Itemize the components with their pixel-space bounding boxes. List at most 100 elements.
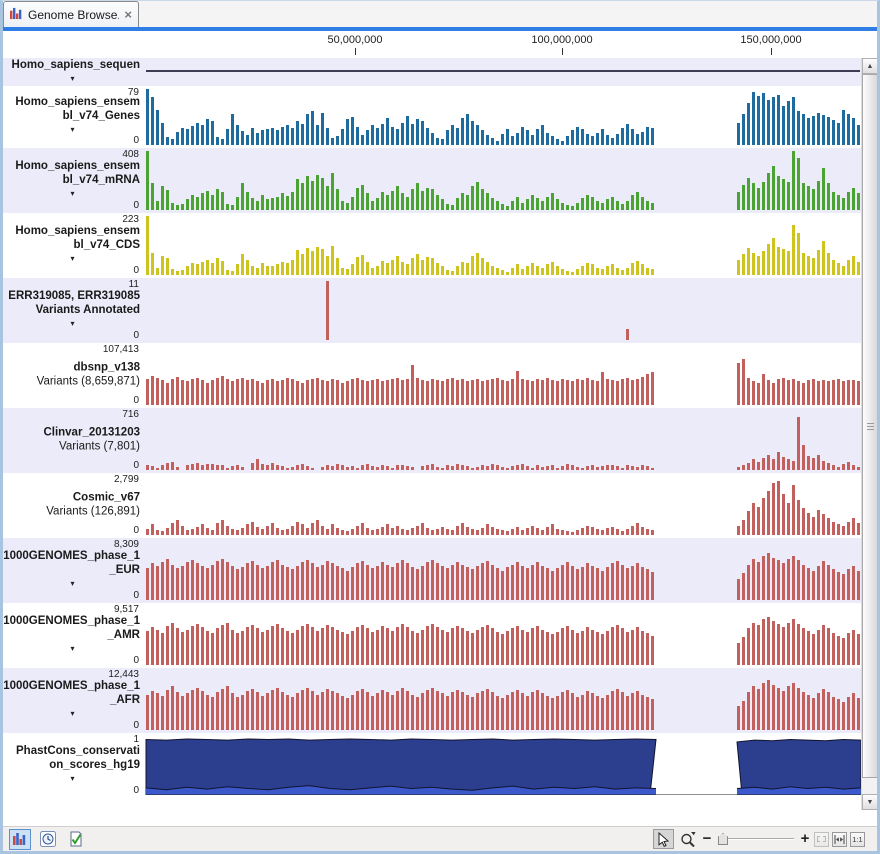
data-bar	[341, 201, 344, 210]
data-bar	[436, 138, 439, 145]
scroll-up-button[interactable]: ▲	[862, 58, 878, 74]
track-dropdown-icon[interactable]: ▾	[70, 126, 74, 134]
vertical-scrollbar-thumb[interactable]	[862, 74, 878, 778]
data-bar	[266, 465, 269, 470]
track-dropdown-icon[interactable]: ▾	[70, 580, 74, 588]
zoom-in-button[interactable]: +	[799, 832, 811, 846]
track-dropdown-icon[interactable]: ▾	[70, 190, 74, 198]
data-bar	[261, 696, 264, 730]
data-bar	[321, 526, 324, 535]
data-bar	[471, 380, 474, 405]
data-bar	[426, 528, 429, 535]
data-bar	[491, 198, 494, 210]
track-chart[interactable]	[145, 343, 861, 408]
track-chart[interactable]	[145, 148, 861, 213]
data-bar	[596, 268, 599, 275]
data-bar	[747, 103, 750, 145]
data-bar	[556, 468, 559, 470]
track-list-view-button[interactable]	[9, 829, 31, 850]
data-bar	[807, 631, 810, 665]
data-bar	[546, 133, 549, 145]
data-bar	[446, 270, 449, 275]
data-bar	[281, 262, 284, 275]
track-chart[interactable]	[145, 603, 861, 668]
track-dropdown-icon[interactable]: ▾	[70, 255, 74, 263]
data-bar	[411, 258, 414, 275]
zoom-100-button[interactable]: 1:1	[850, 832, 865, 847]
tab-close-icon[interactable]: ×	[124, 9, 132, 20]
track-chart[interactable]	[145, 58, 861, 86]
track-chart[interactable]	[145, 668, 861, 733]
track-chart[interactable]	[145, 213, 861, 278]
data-bar	[651, 530, 654, 535]
data-bar	[181, 204, 184, 210]
data-bar	[501, 380, 504, 405]
data-bar	[321, 249, 324, 275]
data-bar	[561, 530, 564, 535]
data-bar	[646, 569, 649, 600]
track-chart[interactable]	[145, 473, 861, 538]
zoom-selection-button[interactable]	[814, 832, 829, 847]
zoom-slider[interactable]	[718, 832, 794, 846]
data-bar	[757, 689, 760, 730]
data-bar	[852, 518, 855, 535]
data-bar	[231, 271, 234, 275]
track-dropdown-icon[interactable]: ▾	[70, 75, 74, 83]
data-bar	[401, 123, 404, 145]
data-bar	[762, 556, 765, 600]
data-bar	[461, 118, 464, 145]
track-chart[interactable]	[145, 278, 861, 343]
zoom-slider-thumb[interactable]	[718, 833, 728, 845]
track-dropdown-icon[interactable]: ▾	[70, 645, 74, 653]
data-bar	[586, 134, 589, 145]
track-dropdown-icon[interactable]: ▾	[70, 775, 74, 783]
data-bar	[596, 381, 599, 405]
data-bar	[191, 379, 194, 405]
data-bar	[556, 266, 559, 275]
data-bar	[471, 569, 474, 600]
track-label: 79Homo_sapiens_ensem bl_v74_Genes▾0	[3, 86, 145, 148]
data-bar	[501, 530, 504, 535]
track-chart[interactable]	[145, 408, 861, 473]
data-bar	[401, 465, 404, 470]
data-bar	[431, 464, 434, 470]
data-bar	[772, 483, 775, 535]
zoom-out-button[interactable]: −	[701, 832, 713, 846]
selection-tool-button[interactable]	[653, 829, 674, 849]
track-label: 12,4431000GENOMES_phase_1 _AFR▾0	[3, 668, 145, 733]
history-view-button[interactable]	[37, 829, 59, 850]
track-label: 2,799Cosmic_v67Variants (126,891)0	[3, 473, 145, 538]
data-bar	[651, 372, 654, 405]
track-title-block: 1000GENOMES_phase_1 _AFR▾	[5, 679, 140, 718]
data-bar	[326, 381, 329, 405]
track-dropdown-icon[interactable]: ▾	[70, 710, 74, 718]
fit-width-button[interactable]	[832, 832, 847, 847]
data-bar	[256, 381, 259, 405]
data-bar	[386, 692, 389, 730]
tab-genome-browser[interactable]: Genome Browse... ×	[3, 1, 139, 27]
track-chart[interactable]	[145, 538, 861, 603]
data-bar	[812, 379, 815, 405]
vertical-scrollbar[interactable]: ▲ ▼	[861, 58, 877, 810]
data-bar	[762, 374, 765, 405]
data-bar	[737, 467, 740, 470]
element-info-view-button[interactable]	[65, 829, 87, 850]
data-bar	[226, 270, 229, 275]
data-bar	[807, 186, 810, 210]
scroll-down-button[interactable]: ▼	[862, 794, 878, 810]
zoom-tool-button[interactable]	[677, 829, 698, 849]
data-bar	[516, 562, 519, 600]
track-chart[interactable]	[145, 733, 861, 798]
browser-content: 50,000,000100,000,000150,000,000 Homo_sa…	[3, 31, 877, 810]
track-chart[interactable]	[145, 86, 861, 148]
data-bar	[396, 627, 399, 665]
data-bar	[196, 563, 199, 600]
data-bar	[241, 631, 244, 665]
track-dropdown-icon[interactable]: ▾	[70, 320, 74, 328]
data-bar	[486, 561, 489, 600]
data-bar	[356, 563, 359, 600]
data-bar	[596, 529, 599, 535]
data-bar	[346, 269, 349, 275]
data-bar	[251, 128, 254, 145]
data-bar	[822, 561, 825, 600]
